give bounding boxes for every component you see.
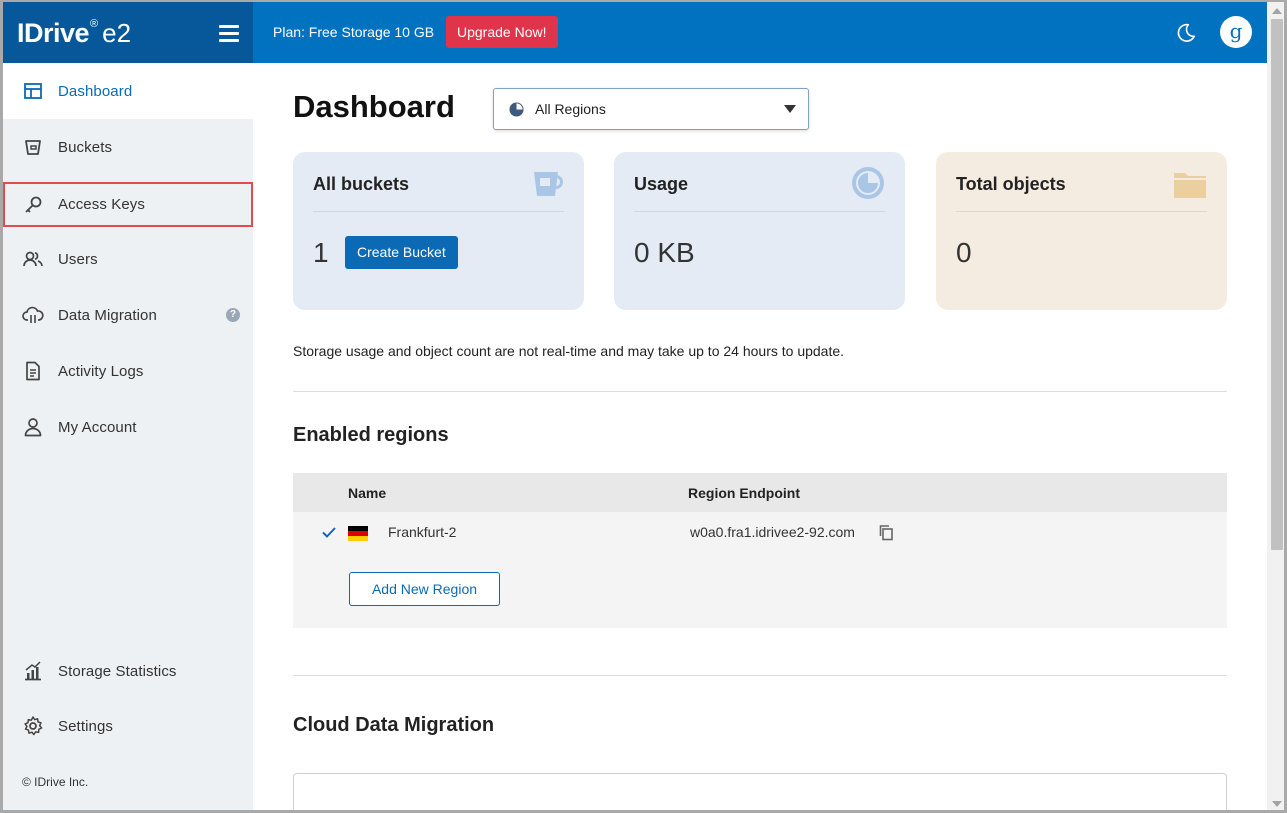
key-icon bbox=[25, 196, 42, 213]
region-dropdown-value: All Regions bbox=[535, 101, 606, 117]
idrive-logo[interactable]: IDrive ® e2 bbox=[17, 13, 131, 53]
pie-chart-icon bbox=[852, 167, 884, 199]
sidebar: Dashboard Buckets Access Keys Users Data… bbox=[3, 63, 253, 810]
check-icon bbox=[322, 527, 336, 538]
copyright-text: © IDrive Inc. bbox=[22, 775, 89, 789]
sidebar-item-label: Settings bbox=[58, 717, 113, 735]
enabled-regions-title: Enabled regions bbox=[293, 424, 449, 446]
sidebar-item-buckets[interactable]: Buckets bbox=[3, 119, 253, 175]
scrollbar-thumb[interactable] bbox=[1271, 19, 1283, 550]
logo-suffix: e2 bbox=[102, 17, 132, 48]
document-icon bbox=[26, 361, 40, 381]
sidebar-item-data-migration[interactable]: Data Migration ? bbox=[3, 287, 253, 343]
users-icon bbox=[23, 251, 43, 267]
divider bbox=[293, 675, 1227, 676]
total-objects-card: Total objects 0 bbox=[936, 152, 1227, 310]
dashboard-icon bbox=[24, 83, 42, 99]
create-bucket-button[interactable]: Create Bucket bbox=[345, 236, 458, 269]
usage-note: Storage usage and object count are not r… bbox=[293, 343, 845, 359]
user-icon bbox=[24, 418, 42, 437]
region-dropdown[interactable]: All Regions bbox=[493, 88, 809, 130]
sidebar-item-dashboard[interactable]: Dashboard bbox=[3, 63, 253, 119]
gear-icon bbox=[24, 716, 43, 736]
sidebar-item-users[interactable]: Users bbox=[3, 231, 253, 287]
card-title: Total objects bbox=[956, 174, 1066, 194]
cloud-migration-icon bbox=[22, 306, 44, 323]
upgrade-button[interactable]: Upgrade Now! bbox=[446, 16, 558, 48]
table-header: Name Region Endpoint bbox=[293, 473, 1227, 512]
sidebar-item-label: Dashboard bbox=[58, 82, 133, 100]
vertical-scrollbar[interactable] bbox=[1267, 2, 1284, 810]
main-content: Dashboard All Regions All buckets 1 Crea… bbox=[253, 63, 1267, 810]
column-header-name: Name bbox=[348, 485, 387, 501]
scroll-up-arrow-icon[interactable] bbox=[1272, 8, 1282, 14]
sidebar-item-label: Access Keys bbox=[58, 196, 145, 213]
logo-text: IDrive bbox=[17, 17, 90, 48]
region-globe-icon bbox=[509, 102, 524, 117]
scroll-down-arrow-icon[interactable] bbox=[1272, 801, 1282, 807]
bucket-icon bbox=[25, 140, 41, 155]
sidebar-item-label: Storage Statistics bbox=[58, 662, 177, 680]
sidebar-item-my-account[interactable]: My Account bbox=[3, 399, 253, 455]
regions-table: Name Region Endpoint Frankfurt-2 w0a0.fr… bbox=[293, 473, 1227, 628]
card-divider bbox=[956, 211, 1207, 212]
sidebar-item-access-keys[interactable]: Access Keys bbox=[3, 182, 253, 227]
card-divider bbox=[634, 211, 885, 212]
sidebar-item-label: Activity Logs bbox=[58, 362, 144, 380]
card-divider bbox=[313, 211, 564, 212]
all-buckets-card: All buckets 1 Create Bucket bbox=[293, 152, 584, 310]
app-window: IDrive ® e2 Plan: Free Storage 10 GB Upg… bbox=[0, 0, 1287, 813]
logo-registered-mark: ® bbox=[90, 18, 99, 30]
brand-area: IDrive ® e2 bbox=[3, 2, 253, 63]
region-endpoint: w0a0.fra1.idrivee2-92.com bbox=[690, 524, 855, 540]
sidebar-item-label: My Account bbox=[58, 418, 137, 436]
sidebar-item-activity-logs[interactable]: Activity Logs bbox=[3, 343, 253, 399]
card-title: All buckets bbox=[313, 174, 410, 194]
card-title: Usage bbox=[634, 174, 689, 194]
copy-icon[interactable] bbox=[878, 524, 894, 541]
dark-mode-moon-icon[interactable] bbox=[1175, 22, 1197, 44]
chevron-down-icon bbox=[784, 105, 796, 113]
germany-flag-icon bbox=[348, 526, 368, 541]
sidebar-item-settings[interactable]: Settings bbox=[3, 698, 253, 754]
migration-panel bbox=[293, 773, 1227, 810]
region-name: Frankfurt-2 bbox=[388, 524, 457, 540]
sidebar-item-label: Buckets bbox=[58, 138, 113, 156]
bucket-card-icon bbox=[534, 172, 563, 196]
menu-toggle-icon[interactable] bbox=[219, 25, 239, 42]
buckets-count: 1 bbox=[313, 237, 329, 268]
plan-text: Plan: Free Storage 10 GB bbox=[273, 24, 435, 40]
divider bbox=[293, 391, 1227, 392]
folder-icon bbox=[1174, 173, 1206, 198]
user-avatar[interactable]: g bbox=[1220, 16, 1252, 48]
page-title: Dashboard bbox=[293, 89, 455, 124]
top-bar: IDrive ® e2 Plan: Free Storage 10 GB Upg… bbox=[3, 2, 1284, 63]
column-header-endpoint: Region Endpoint bbox=[688, 485, 800, 501]
help-icon[interactable]: ? bbox=[226, 308, 240, 322]
sidebar-item-label: Users bbox=[58, 250, 98, 268]
sidebar-item-label: Data Migration bbox=[58, 306, 157, 324]
cloud-data-migration-title: Cloud Data Migration bbox=[293, 714, 495, 736]
add-new-region-button[interactable]: Add New Region bbox=[349, 572, 500, 606]
chart-icon bbox=[25, 661, 41, 681]
sidebar-item-storage-statistics[interactable]: Storage Statistics bbox=[3, 643, 253, 699]
usage-card: Usage 0 KB bbox=[614, 152, 905, 310]
objects-count: 0 bbox=[956, 237, 972, 268]
usage-value: 0 KB bbox=[634, 237, 695, 268]
